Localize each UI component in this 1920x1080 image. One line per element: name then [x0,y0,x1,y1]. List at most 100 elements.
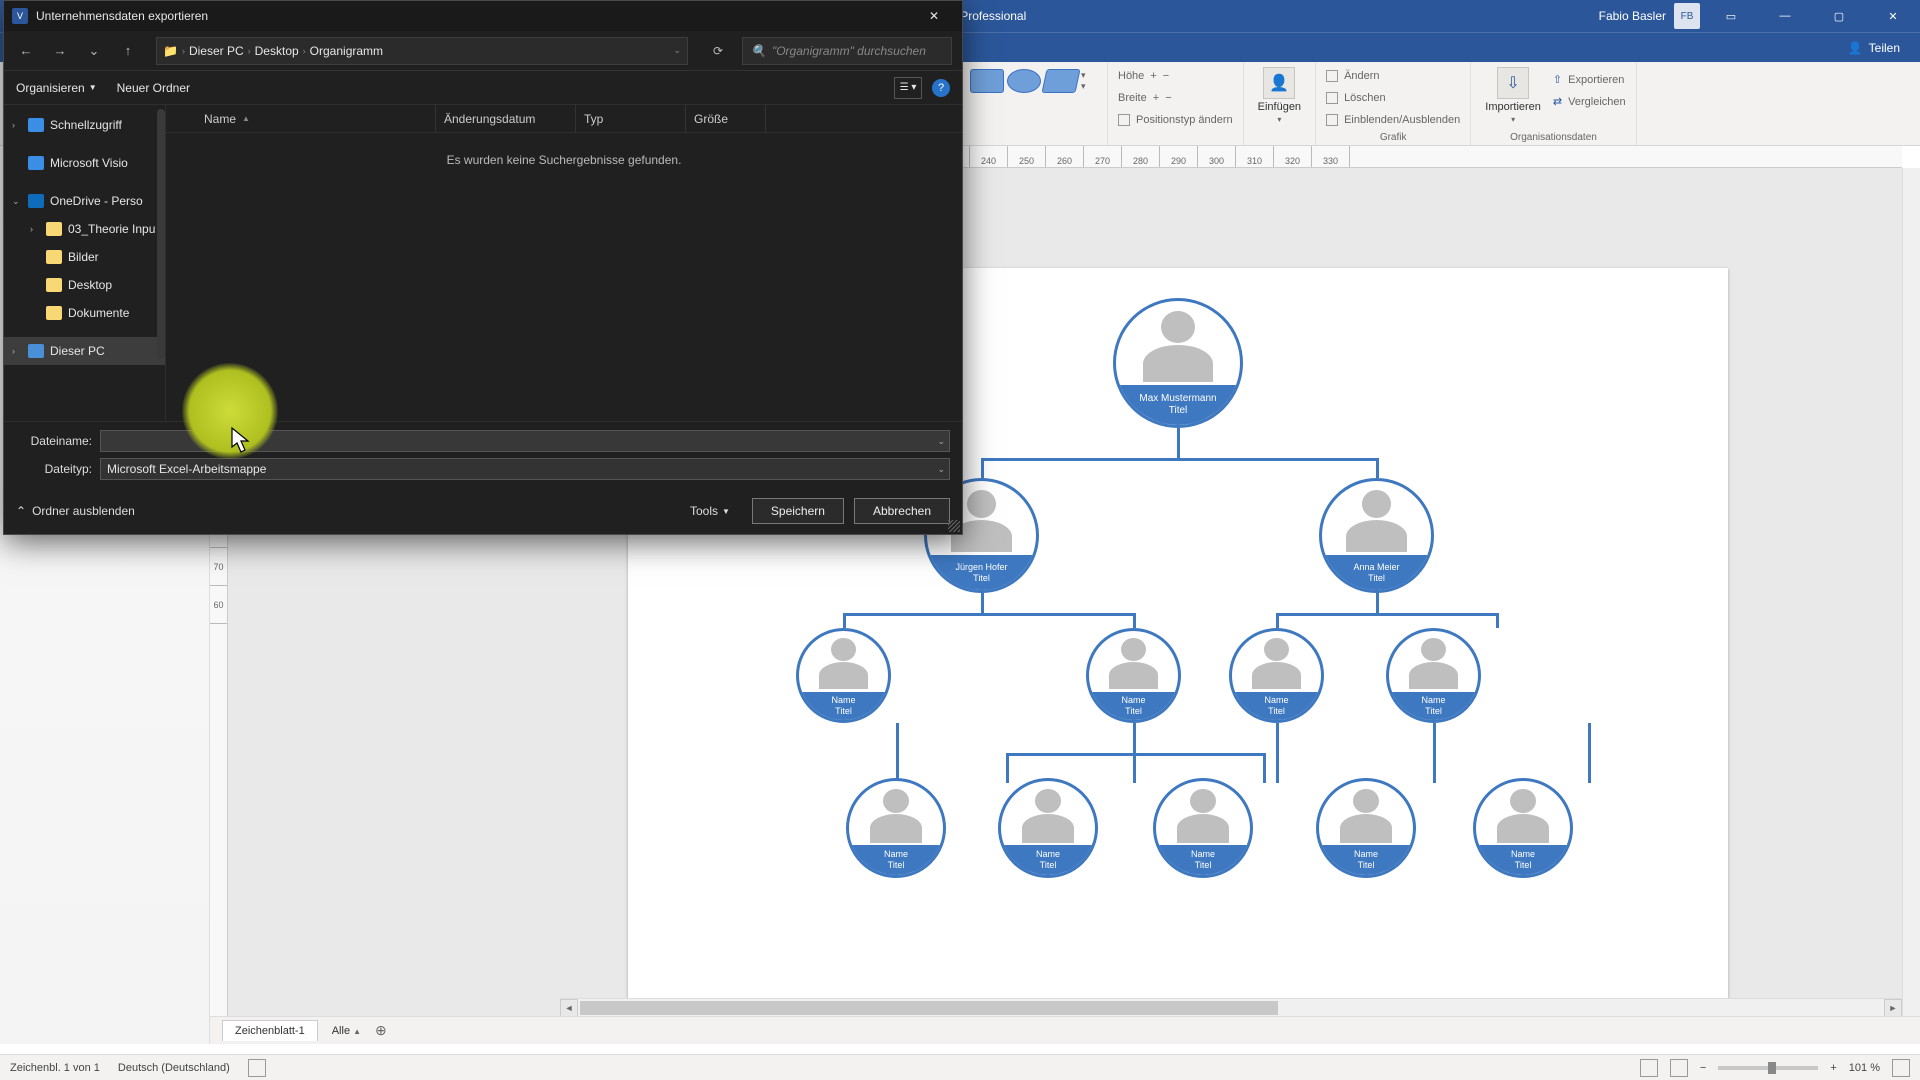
dialog-close-button[interactable]: ✕ [914,1,954,31]
zoom-slider[interactable] [1718,1066,1818,1070]
hide-folders-toggle[interactable]: ⌃Ordner ausblenden [16,504,135,518]
minimize-button[interactable]: — [1762,0,1808,32]
new-folder-button[interactable]: Neuer Ordner [117,81,190,95]
fit-icon[interactable] [1670,1059,1688,1077]
chevron-down-icon[interactable]: ⌄ [937,436,945,447]
star-icon [28,118,44,132]
user-avatar[interactable]: FB [1674,3,1700,29]
crumb[interactable]: Desktop [255,44,299,58]
language-indicator[interactable]: Deutsch (Deutschland) [118,1062,230,1074]
scroll-right-icon[interactable]: ► [1884,999,1902,1017]
delete-btn[interactable]: Löschen [1344,92,1386,104]
position-btn[interactable]: Positionstyp ändern [1136,114,1233,126]
tools-menu[interactable]: Tools▼ [690,504,730,518]
zoom-out-icon[interactable]: − [1700,1062,1706,1074]
scroll-left-icon[interactable]: ◄ [560,999,578,1017]
org-node[interactable]: Anna MeierTitel [1319,478,1434,593]
org-node[interactable]: NameTitel [1473,778,1573,878]
chevron-down-icon[interactable]: ⌄ [673,45,681,56]
folder-tree[interactable]: ›Schnellzugriff Microsoft Visio ⌄OneDriv… [4,105,166,421]
compare-btn[interactable]: Vergleichen [1568,96,1626,108]
tree-quick-access[interactable]: Schnellzugriff [50,118,122,132]
col-name[interactable]: Name [204,112,236,126]
minus-icon[interactable]: − [1163,70,1169,82]
height-label: Höhe [1118,70,1144,82]
chevron-down-icon[interactable]: ⌄ [937,464,945,475]
shape-gallery[interactable]: ▾▾ [970,65,1097,97]
nav-up-icon[interactable]: ↑ [116,39,140,63]
ribbon-mode-icon[interactable]: ▭ [1708,0,1754,32]
maximize-button[interactable]: ▢ [1816,0,1862,32]
tree-item[interactable]: Dokumente [68,306,129,320]
tree-item[interactable]: 03_Theorie Inpu [68,222,155,236]
import-button[interactable]: ⇩ Importieren ▾ [1481,65,1545,126]
crumb[interactable]: Dieser PC [189,44,244,58]
filename-input[interactable]: ⌄ [100,430,950,452]
save-button[interactable]: Speichern [752,498,844,524]
search-icon: 🔍 [751,44,766,58]
export-btn[interactable]: Exportieren [1568,74,1624,86]
presentation-icon[interactable] [1640,1059,1658,1077]
plus-icon[interactable]: + [1150,70,1156,82]
refresh-icon[interactable]: ⟳ [704,37,732,65]
col-size[interactable]: Größe [694,112,728,126]
nav-forward-icon[interactable]: → [48,39,72,63]
zoom-value[interactable]: 101 % [1849,1062,1880,1074]
help-icon[interactable]: ? [932,79,950,97]
chevron-up-icon: ⌃ [16,504,26,518]
resize-grip[interactable] [948,520,960,532]
compare-icon: ⇄ [1553,95,1562,108]
org-node[interactable]: NameTitel [1086,628,1181,723]
horizontal-scrollbar[interactable]: ◄ ► [560,998,1902,1016]
macro-icon[interactable] [248,1059,266,1077]
column-headers[interactable]: Name▲ Änderungsdatum Typ Größe [166,105,962,133]
plus-icon[interactable]: + [1153,92,1159,104]
minus-icon[interactable]: − [1165,92,1171,104]
tree-item[interactable]: Bilder [68,250,99,264]
close-button[interactable]: ✕ [1870,0,1916,32]
org-node[interactable]: NameTitel [1229,628,1324,723]
dialog-titlebar[interactable]: V Unternehmensdaten exportieren ✕ [4,1,962,31]
crumb[interactable]: Organigramm [310,44,383,58]
folder-icon [46,278,62,292]
page-tab[interactable]: Zeichenblatt-1 [222,1020,318,1041]
org-node[interactable]: NameTitel [846,778,946,878]
zoom-in-icon[interactable]: + [1830,1062,1836,1074]
change-btn[interactable]: Ändern [1344,70,1379,82]
share-button[interactable]: Teilen [1869,41,1900,55]
export-icon: ⇧ [1553,73,1562,86]
save-dialog: V Unternehmensdaten exportieren ✕ ← → ⌄ … [4,1,962,534]
fit-window-icon[interactable] [1892,1059,1910,1077]
show-hide-icon [1326,114,1338,126]
view-mode-button[interactable]: ☰ ▾ [894,77,922,99]
org-node[interactable]: NameTitel [1316,778,1416,878]
nav-back-icon[interactable]: ← [14,39,38,63]
col-date[interactable]: Änderungsdatum [444,112,535,126]
org-node[interactable]: NameTitel [1153,778,1253,878]
show-hide-btn[interactable]: Einblenden/Ausblenden [1344,114,1460,126]
file-list[interactable]: Name▲ Änderungsdatum Typ Größe Es wurden… [166,105,962,421]
org-node[interactable]: NameTitel [998,778,1098,878]
position-icon [1118,114,1130,126]
org-node-root[interactable]: Max MustermannTitel [1113,298,1243,428]
vertical-scrollbar[interactable] [1902,168,1920,1016]
add-page-button[interactable]: ⊕ [375,1022,387,1039]
insert-button[interactable]: 👤 Einfügen ▾ [1254,65,1305,126]
tree-this-pc[interactable]: Dieser PC [50,344,105,358]
page-indicator: Zeichenbl. 1 von 1 [10,1062,100,1074]
tree-scrollbar[interactable] [157,109,165,359]
org-node[interactable]: NameTitel [1386,628,1481,723]
breadcrumb[interactable]: 📁 › Dieser PC › Desktop › Organigramm ⌄ [156,37,688,65]
all-pages[interactable]: Alle ▲ [332,1025,361,1037]
filetype-select[interactable]: Microsoft Excel-Arbeitsmappe⌄ [100,458,950,480]
statusbar: Zeichenbl. 1 von 1 Deutsch (Deutschland)… [0,1054,1920,1080]
col-type[interactable]: Typ [584,112,603,126]
tree-onedrive[interactable]: OneDrive - Perso [50,194,143,208]
search-input[interactable]: 🔍 "Organigramm" durchsuchen [742,37,952,65]
nav-recent-icon[interactable]: ⌄ [82,39,106,63]
organize-menu[interactable]: Organisieren▼ [16,81,97,95]
cancel-button[interactable]: Abbrechen [854,498,950,524]
org-node[interactable]: NameTitel [796,628,891,723]
tree-visio[interactable]: Microsoft Visio [50,156,128,170]
tree-item[interactable]: Desktop [68,278,112,292]
